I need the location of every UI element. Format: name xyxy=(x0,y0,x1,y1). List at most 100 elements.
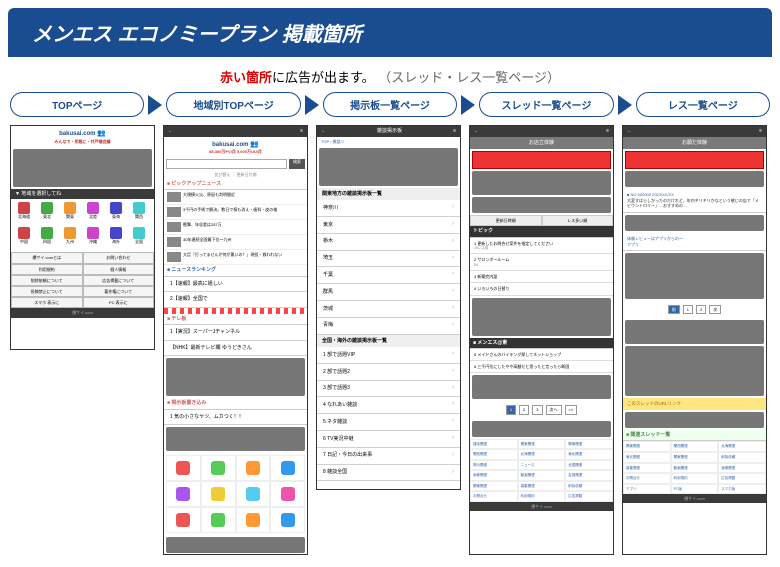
category-item[interactable]: 4 なれあい雑談› xyxy=(317,397,460,414)
page-button[interactable]: >> xyxy=(565,405,578,414)
app-icon-cell[interactable] xyxy=(236,481,271,507)
footer-link[interactable]: 関東関連 xyxy=(565,439,613,450)
info-button[interactable]: 削除依頼について xyxy=(11,275,83,286)
news-item[interactable]: 30年連続全国最下位～九州 xyxy=(164,235,307,250)
search-input[interactable] xyxy=(166,159,287,169)
pref-item[interactable]: 埼玉› xyxy=(317,251,460,268)
thread-item[interactable]: 1 更新したお問合せ案件を指定してください20レス前 xyxy=(470,238,613,255)
app-icon-cell[interactable] xyxy=(166,455,201,481)
page-button[interactable]: 2 xyxy=(519,405,529,414)
page-button[interactable]: 3 xyxy=(532,405,542,414)
news-item[interactable]: 衝撃、年収差は257万 xyxy=(164,220,307,235)
footer-link[interactable]: 関西関連 xyxy=(671,441,719,452)
footer-link[interactable]: 削除依頼 xyxy=(565,481,613,492)
footer-link[interactable]: アプリ xyxy=(623,484,671,495)
page-button[interactable]: 前 xyxy=(668,305,680,314)
info-button[interactable]: 利用規約 xyxy=(11,264,83,275)
rank-item[interactable]: 1【速報】最高に嬉しい xyxy=(164,277,307,293)
page-button[interactable]: 1 xyxy=(506,405,516,414)
tv-item[interactable]: 【NHK】最新テレビ欄 ゆうどきさん xyxy=(164,341,307,357)
footer-link[interactable]: 動画関連 xyxy=(671,463,719,474)
info-button[interactable]: 著作権について xyxy=(83,286,155,297)
write-item[interactable]: 1 気の小さなヤツ、ムカつく！！ xyxy=(164,410,307,426)
footer-link[interactable]: ニュース xyxy=(518,460,566,471)
app-icon-cell[interactable] xyxy=(201,481,236,507)
app-icon-cell[interactable] xyxy=(270,481,305,507)
info-button[interactable]: スマホ 表示に xyxy=(11,297,83,308)
region-item[interactable]: 九州 xyxy=(60,227,80,249)
footer-link[interactable]: 広告掲載 xyxy=(565,491,613,502)
category-item[interactable]: 1 部で話題VIP› xyxy=(317,347,460,364)
footer-link[interactable]: お問合せ xyxy=(623,473,671,484)
category-item[interactable]: 5 ネタ雑談› xyxy=(317,414,460,431)
region-item[interactable]: 東北 xyxy=(37,202,57,224)
page-button[interactable]: 1 xyxy=(683,305,693,314)
app-icon-cell[interactable] xyxy=(166,481,201,507)
footer-link[interactable]: お問合せ xyxy=(470,491,518,502)
category-item[interactable]: 3 部で話題3› xyxy=(317,381,460,398)
region-item[interactable]: 北陸 xyxy=(83,202,103,224)
app-icon-cell[interactable] xyxy=(201,455,236,481)
footer-link[interactable]: 北海関連 xyxy=(718,441,766,452)
region-item[interactable]: 沖縄 xyxy=(83,227,103,249)
pref-item[interactable]: 茨城› xyxy=(317,301,460,318)
app-icon-cell[interactable] xyxy=(201,507,236,533)
footer-link[interactable]: 募集関連 xyxy=(623,463,671,474)
news-item[interactable]: 3千円の手術で解決。数日で傷も消え・歯科・皮の検 xyxy=(164,205,307,220)
footer-link[interactable]: 利用規約 xyxy=(671,473,719,484)
info-button[interactable]: 個人情報 xyxy=(83,264,155,275)
footer-link[interactable]: 関東関連 xyxy=(470,481,518,492)
news-item[interactable]: 大臣「打ってませんが何が悪いの？」現役・救われない xyxy=(164,250,307,265)
pref-item[interactable]: 東京› xyxy=(317,217,460,234)
tv-item[interactable]: 1【実況】スーパーJチャンネル xyxy=(164,325,307,341)
pref-item[interactable]: 千葉› xyxy=(317,267,460,284)
app-icon-cell[interactable] xyxy=(270,507,305,533)
page-button[interactable]: 2 xyxy=(696,305,706,314)
thread-item[interactable]: 6 三千円位にしたやや高額だと思ったと言ったら断固 xyxy=(470,361,613,373)
footer-link[interactable]: 画像関連 xyxy=(470,470,518,481)
footer-link[interactable]: 雑談関連 xyxy=(470,439,518,450)
thread-item[interactable]: 4 いろいろの日替り xyxy=(470,283,613,295)
info-button[interactable]: お問い合わせ xyxy=(83,252,155,263)
category-item[interactable]: 2 部で話題2› xyxy=(317,364,460,381)
footer-link[interactable]: スマホ版 xyxy=(718,484,766,495)
info-button[interactable]: 投稿禁止について xyxy=(11,286,83,297)
region-item[interactable]: 全国 xyxy=(129,227,149,249)
rank-item[interactable]: 2【速報】全国で xyxy=(164,292,307,308)
app-icon-cell[interactable] xyxy=(270,455,305,481)
footer-link[interactable]: 関東関連 xyxy=(671,452,719,463)
info-button[interactable]: 爆サイ.comとは xyxy=(11,252,83,263)
pref-item[interactable]: 栃木› xyxy=(317,234,460,251)
footer-link[interactable]: 北海関連 xyxy=(518,449,566,460)
footer-link[interactable]: 東北関連 xyxy=(623,452,671,463)
region-item[interactable]: 関西 xyxy=(129,202,149,224)
footer-link[interactable]: 掲示関連 xyxy=(470,460,518,471)
footer-link[interactable]: 募集関連 xyxy=(518,481,566,492)
footer-link[interactable]: 利用規約 xyxy=(518,491,566,502)
thread-item[interactable]: 3 新築完内談 xyxy=(470,271,613,283)
category-item[interactable]: 8 雑談全国› xyxy=(317,465,460,482)
news-item[interactable]: 大規模火災、原因も判明間近 xyxy=(164,190,307,205)
region-item[interactable]: 北海道 xyxy=(14,202,34,224)
app-icon-cell[interactable] xyxy=(236,507,271,533)
footer-link[interactable]: 関東関連 xyxy=(623,441,671,452)
footer-link[interactable]: 関西関連 xyxy=(470,449,518,460)
pref-item[interactable]: 青梅› xyxy=(317,318,460,335)
region-item[interactable]: 四国 xyxy=(37,227,57,249)
region-item[interactable]: 海外 xyxy=(106,227,126,249)
footer-link[interactable]: 削除依頼 xyxy=(718,452,766,463)
region-item[interactable]: 中国 xyxy=(14,227,34,249)
page-button[interactable]: 次へ xyxy=(546,405,562,414)
footer-link[interactable]: 東北関連 xyxy=(565,449,613,460)
info-button[interactable]: PC 表示に xyxy=(83,297,155,308)
footer-link[interactable]: 画像関連 xyxy=(718,463,766,474)
footer-link[interactable]: 動画関連 xyxy=(518,470,566,481)
info-button[interactable]: 広告掲載について xyxy=(83,275,155,286)
thread-item[interactable]: 5 メイドさんのバイキング探してネットショップ xyxy=(470,349,613,361)
category-item[interactable]: 7 日記・今日の出来事› xyxy=(317,448,460,465)
pref-item[interactable]: 群馬› xyxy=(317,284,460,301)
search-button[interactable]: 検索 xyxy=(289,159,305,169)
pref-item[interactable]: 神奈川› xyxy=(317,200,460,217)
region-item[interactable]: 関東 xyxy=(60,202,80,224)
app-icon-cell[interactable] xyxy=(166,507,201,533)
